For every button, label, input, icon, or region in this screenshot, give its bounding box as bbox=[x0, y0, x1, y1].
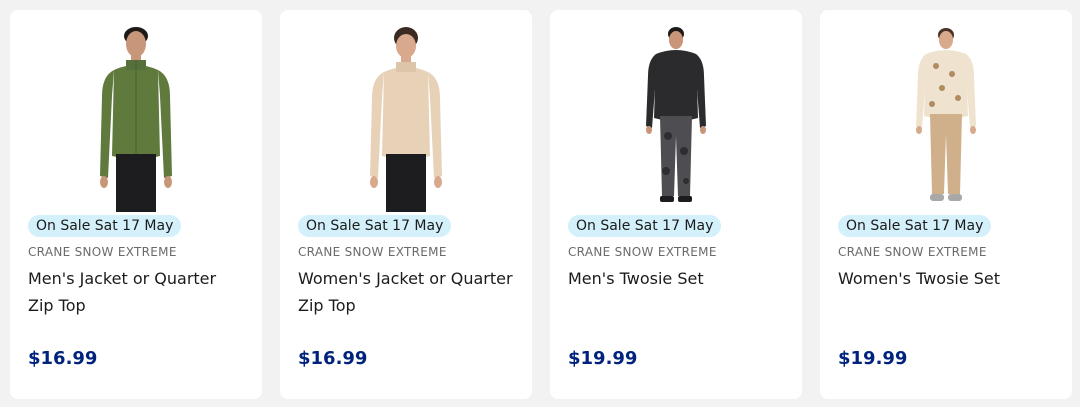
product-price: $16.99 bbox=[298, 348, 368, 369]
product-image[interactable] bbox=[550, 26, 802, 212]
mens-jacket-image bbox=[100, 27, 172, 212]
product-price: $19.99 bbox=[838, 348, 908, 369]
product-brand: CRANE SNOW EXTREME bbox=[298, 245, 447, 259]
product-title[interactable]: Men's Twosie Set bbox=[568, 265, 786, 292]
product-image[interactable] bbox=[10, 26, 262, 212]
product-card[interactable]: On Sale Sat 17 May CRANE SNOW EXTREME Wo… bbox=[820, 10, 1072, 399]
product-price: $19.99 bbox=[568, 348, 638, 369]
sale-date-badge: On Sale Sat 17 May bbox=[568, 215, 722, 237]
product-title[interactable]: Men's Jacket or Quarter Zip Top bbox=[28, 265, 246, 319]
product-brand: CRANE SNOW EXTREME bbox=[838, 245, 987, 259]
product-title[interactable]: Women's Jacket or Quarter Zip Top bbox=[298, 265, 516, 319]
womens-top-image bbox=[370, 27, 442, 212]
product-image[interactable] bbox=[280, 26, 532, 212]
product-brand: CRANE SNOW EXTREME bbox=[568, 245, 717, 259]
product-card[interactable]: On Sale Sat 17 May CRANE SNOW EXTREME Me… bbox=[10, 10, 262, 399]
sale-date-badge: On Sale Sat 17 May bbox=[838, 215, 992, 237]
mens-twosie-image bbox=[646, 27, 706, 202]
product-grid: On Sale Sat 17 May CRANE SNOW EXTREME Me… bbox=[0, 0, 1080, 407]
sale-date-badge: On Sale Sat 17 May bbox=[28, 215, 182, 237]
sale-date-badge: On Sale Sat 17 May bbox=[298, 215, 452, 237]
product-card[interactable]: On Sale Sat 17 May CRANE SNOW EXTREME Wo… bbox=[280, 10, 532, 399]
product-title[interactable]: Women's Twosie Set bbox=[838, 265, 1056, 292]
product-image[interactable] bbox=[820, 26, 1072, 212]
product-price: $16.99 bbox=[28, 348, 98, 369]
womens-twosie-image bbox=[916, 28, 976, 201]
product-brand: CRANE SNOW EXTREME bbox=[28, 245, 177, 259]
product-card[interactable]: On Sale Sat 17 May CRANE SNOW EXTREME Me… bbox=[550, 10, 802, 399]
